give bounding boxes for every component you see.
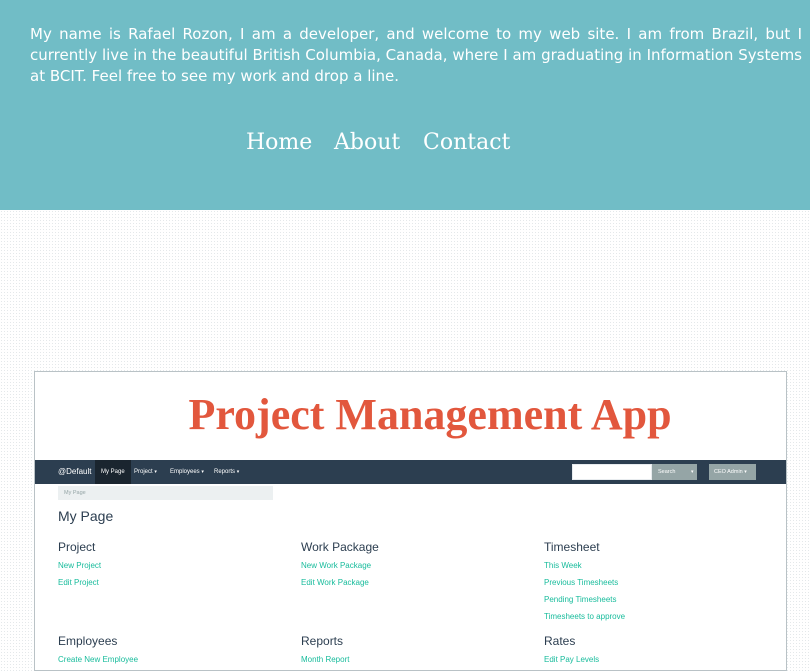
app-menu-project-label: Project <box>134 469 153 475</box>
caret-down-icon: ▾ <box>744 469 747 475</box>
project-title: Project Management App <box>188 390 672 439</box>
app-menu-project[interactable]: Project ▾ <box>134 460 157 484</box>
app-navbar: @Default My Page Project ▾ Employees ▾ R… <box>35 460 786 484</box>
project-screenshot-card[interactable]: Project Management App @Default My Page … <box>34 371 787 671</box>
app-menu-reports-label: Reports <box>214 469 236 475</box>
section-employees: Employees Create New Employee <box>58 633 138 668</box>
main-nav: Home About Contact <box>0 128 810 160</box>
caret-down-icon: ▾ <box>236 469 240 475</box>
link-new-work-package[interactable]: New Work Package <box>301 557 379 574</box>
hero-banner: My name is Rafael Rozon, I am a develope… <box>0 0 810 210</box>
link-timesheets-to-approve[interactable]: Timesheets to approve <box>544 608 625 625</box>
app-search-label: Search <box>658 469 676 475</box>
bio-text: My name is Rafael Rozon, I am a develope… <box>30 25 802 85</box>
link-previous-timesheets[interactable]: Previous Timesheets <box>544 574 625 591</box>
section-project: Project New Project Edit Project <box>58 539 101 591</box>
section-title: Project <box>58 540 96 554</box>
app-menu-employees-label: Employees <box>170 469 200 475</box>
section-reports: Reports Month Report <box>301 633 349 668</box>
caret-down-icon: ▾ <box>690 469 694 475</box>
app-admin-button[interactable]: CEO Admin ▾ <box>709 464 756 480</box>
app-brand[interactable]: @Default <box>58 460 91 484</box>
nav-contact-link[interactable]: Contact <box>423 128 510 158</box>
link-new-project[interactable]: New Project <box>58 557 101 574</box>
section-rates: Rates Edit Pay Levels <box>544 633 599 668</box>
link-edit-project[interactable]: Edit Project <box>58 574 101 591</box>
link-this-week[interactable]: This Week <box>544 557 625 574</box>
section-work-package: Work Package New Work Package Edit Work … <box>301 539 379 591</box>
app-admin-label: CEO Admin <box>714 469 743 475</box>
caret-down-icon: ▾ <box>154 469 157 475</box>
section-title: Employees <box>58 634 118 648</box>
section-title: Timesheet <box>544 540 600 554</box>
app-breadcrumb: My Page <box>58 486 273 500</box>
app-search-button[interactable]: Search ▾ <box>652 464 697 480</box>
app-page-title: My Page <box>58 508 114 524</box>
caret-down-icon: ▾ <box>201 469 204 475</box>
section-title: Reports <box>301 634 344 648</box>
link-pending-timesheets[interactable]: Pending Timesheets <box>544 591 625 608</box>
section-title: Rates <box>544 634 576 648</box>
nav-home-link[interactable]: Home <box>246 128 312 158</box>
link-edit-work-package[interactable]: Edit Work Package <box>301 574 379 591</box>
app-menu-employees[interactable]: Employees ▾ <box>170 460 204 484</box>
app-search-input[interactable] <box>572 464 652 480</box>
app-menu-reports[interactable]: Reports ▾ <box>214 460 239 484</box>
section-title: Work Package <box>301 540 379 554</box>
app-menu-my-page[interactable]: My Page <box>95 460 131 484</box>
section-timesheet: Timesheet This Week Previous Timesheets … <box>544 539 625 625</box>
nav-about-link[interactable]: About <box>334 128 400 158</box>
